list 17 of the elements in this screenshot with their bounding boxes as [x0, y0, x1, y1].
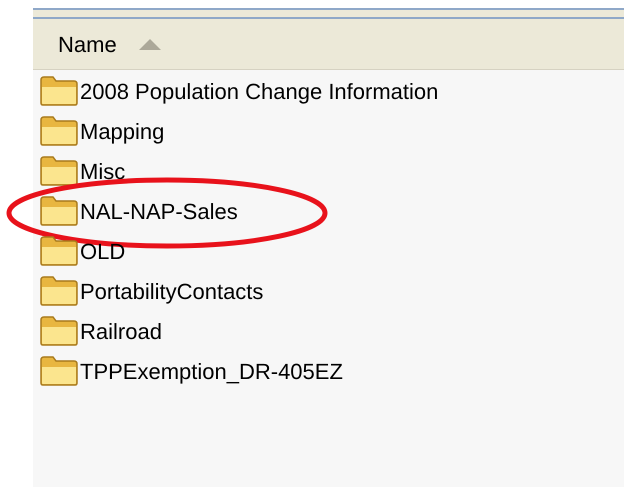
- folder-name[interactable]: Mapping: [80, 114, 164, 148]
- folder-icon: [40, 236, 78, 266]
- folder-icon: [40, 356, 78, 386]
- folder-name[interactable]: 2008 Population Change Information: [80, 74, 438, 108]
- folder-name[interactable]: OLD: [80, 234, 126, 268]
- column-header[interactable]: Name: [33, 19, 624, 70]
- folder-icon: [40, 76, 78, 106]
- folder-name[interactable]: TPPExemption_DR-405EZ: [80, 354, 343, 388]
- folder-icon: [40, 276, 78, 306]
- column-label: Name: [58, 30, 117, 58]
- folder-icon: [40, 316, 78, 346]
- folder-name[interactable]: Railroad: [80, 314, 162, 348]
- folder-name[interactable]: PortabilityContacts: [80, 274, 264, 308]
- folder-icon: [40, 196, 78, 226]
- folder-icon: [40, 116, 78, 146]
- folder-name[interactable]: Misc: [80, 154, 126, 188]
- folder-icon: [40, 156, 78, 186]
